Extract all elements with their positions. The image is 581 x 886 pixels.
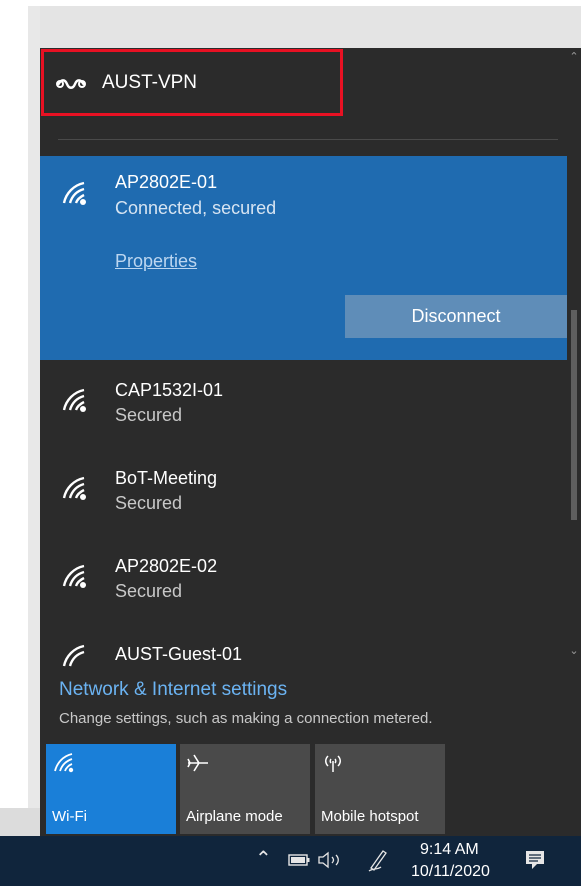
scroll-down-icon[interactable]: ⌄ — [567, 644, 581, 660]
pen-icon[interactable] — [367, 848, 389, 872]
mobile-hotspot-icon — [325, 755, 341, 772]
network-name: AP2802E-01 — [115, 172, 218, 192]
taskbar: ⌃ 9:14 AM 10/11/2020 — [0, 836, 581, 886]
disconnect-button[interactable]: Disconnect — [345, 295, 567, 338]
wifi-signal-icon — [62, 476, 86, 500]
wifi-signal-icon — [62, 388, 86, 412]
battery-icon[interactable] — [288, 853, 310, 867]
window-edge — [28, 6, 40, 834]
network-name: AUST-Guest-01 — [115, 644, 243, 664]
tile-airplane-mode[interactable]: Airplane mode — [180, 744, 310, 834]
highlight-box — [41, 49, 343, 116]
connected-network[interactable]: AP2802E-01 Connected, secured Properties… — [40, 156, 567, 360]
network-item-cap1532i-01[interactable]: CAP1532I-01 Secured — [40, 360, 565, 446]
network-item-bot-meeting[interactable]: BoT-Meeting Secured — [40, 448, 565, 534]
properties-link[interactable]: Properties — [115, 251, 197, 272]
network-name: CAP1532I-01 — [115, 380, 224, 400]
clock-date[interactable]: 10/11/2020 — [411, 863, 490, 881]
network-item-aust-guest-01[interactable]: AUST-Guest-01 — [40, 628, 565, 668]
tile-label: Mobile hotspot — [321, 808, 419, 825]
wifi-signal-icon — [62, 181, 86, 205]
wifi-signal-icon — [62, 644, 85, 667]
tile-wifi[interactable]: Wi-Fi — [46, 744, 176, 834]
clock-time[interactable]: 9:14 AM — [420, 841, 479, 859]
chevron-up-icon[interactable]: ⌃ — [255, 846, 272, 871]
network-status: Secured — [115, 405, 183, 425]
wifi-icon — [54, 753, 74, 773]
desktop-area — [0, 808, 40, 836]
wifi-signal-icon — [62, 564, 86, 588]
network-settings-link[interactable]: Network & Internet settings — [59, 679, 287, 701]
network-status: Secured — [115, 493, 183, 513]
network-status: Connected, secured — [115, 198, 277, 218]
scroll-up-icon[interactable]: ⌃ — [567, 50, 581, 66]
divider — [58, 139, 558, 140]
network-flyout: AUST-VPN AP2802E-01 Connected, secured P… — [40, 48, 581, 836]
tile-mobile-hotspot[interactable]: Mobile hotspot — [315, 744, 445, 834]
tile-label: Wi-Fi — [52, 808, 87, 825]
airplane-icon — [187, 754, 208, 772]
network-item-ap2802e-02[interactable]: AP2802E-02 Secured — [40, 536, 565, 622]
screen: AUST-VPN AP2802E-01 Connected, secured P… — [0, 0, 581, 886]
volume-icon[interactable] — [317, 851, 345, 869]
action-center-icon[interactable] — [524, 849, 546, 871]
network-name: BoT-Meeting — [115, 468, 218, 488]
network-status: Secured — [115, 581, 183, 601]
window-background — [28, 6, 581, 50]
scrollbar-thumb[interactable] — [571, 310, 577, 520]
settings-description: Change settings, such as making a connec… — [59, 710, 433, 727]
tile-label: Airplane mode — [186, 808, 283, 825]
network-name: AP2802E-02 — [115, 556, 218, 576]
